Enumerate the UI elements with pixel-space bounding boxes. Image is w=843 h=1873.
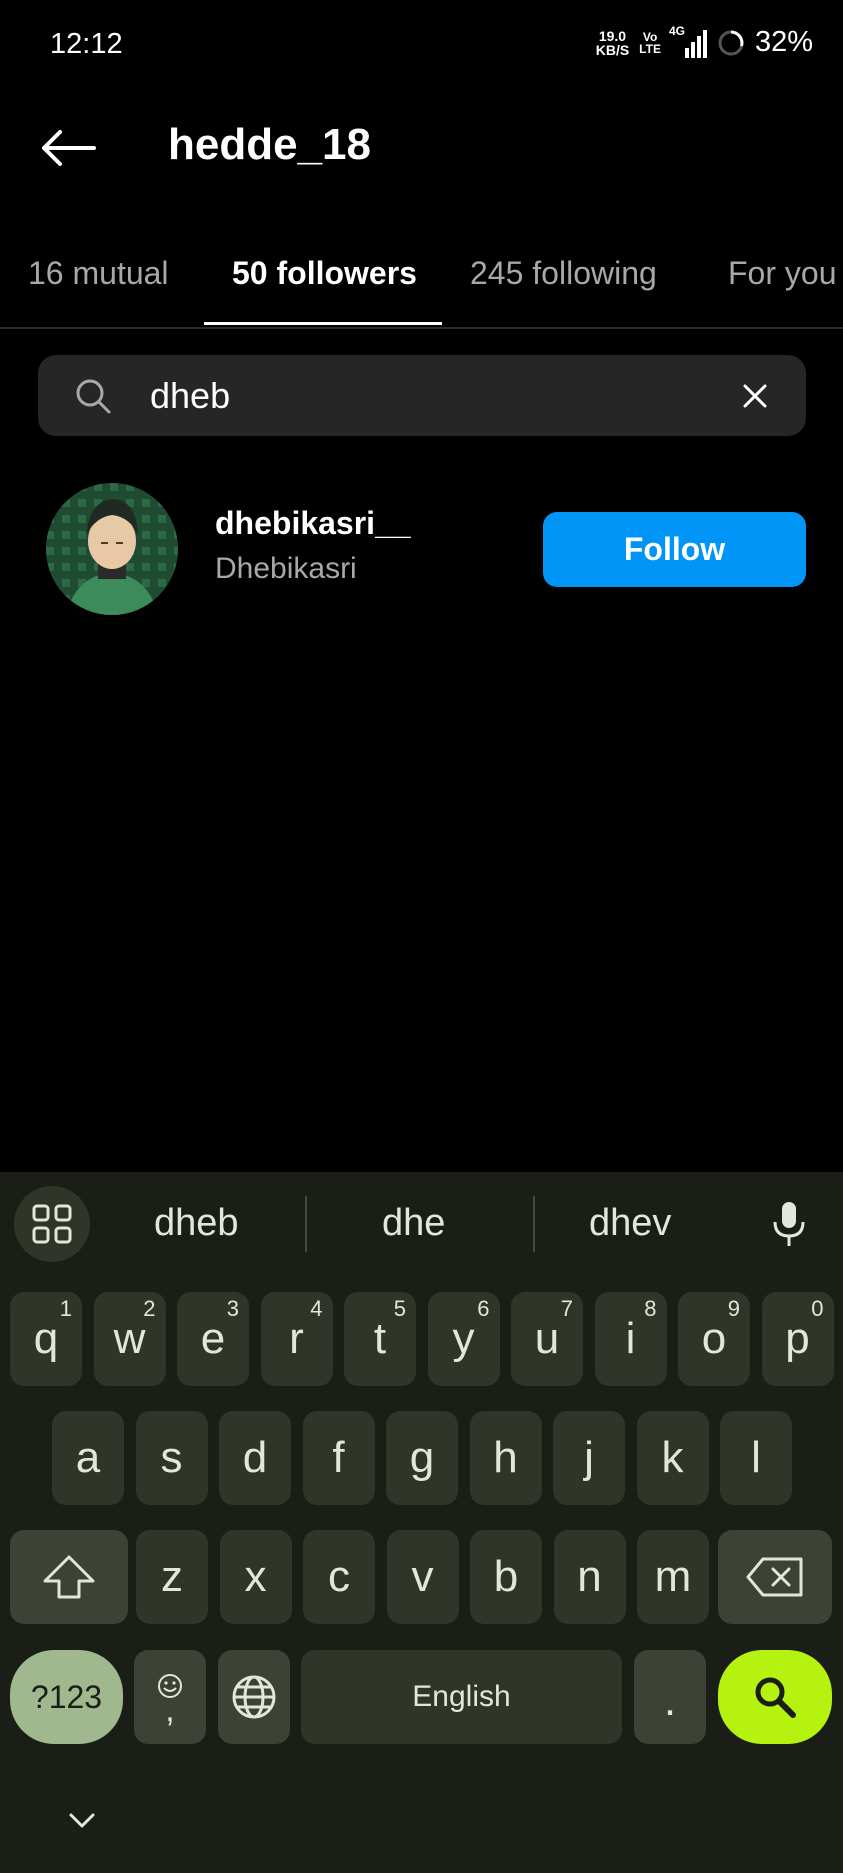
result-username[interactable]: dhebikasri__ xyxy=(215,505,411,542)
result-full-name: Dhebikasri xyxy=(215,552,357,585)
follow-tabs: 16 mutual 50 followers 245 following For… xyxy=(0,245,843,329)
back-arrow-icon[interactable] xyxy=(38,128,98,168)
backspace-icon xyxy=(746,1557,803,1597)
apps-grid-icon[interactable] xyxy=(14,1186,90,1262)
search-icon xyxy=(76,379,111,414)
signal-icon: 4G xyxy=(669,24,707,58)
keyboard: dheb dhe dhev q1w2e3r4t5y6u7i8o9p0 asdfg… xyxy=(0,1172,843,1873)
key-letter: t xyxy=(373,1314,387,1363)
suggestion-1[interactable]: dheb xyxy=(154,1202,239,1245)
key-letter: e xyxy=(200,1314,226,1363)
key-letter: i xyxy=(625,1314,636,1363)
key-letter: q xyxy=(33,1314,59,1363)
suggestion-divider xyxy=(533,1196,535,1252)
clear-icon[interactable] xyxy=(742,383,768,409)
shift-key[interactable] xyxy=(10,1530,128,1624)
backspace-key[interactable] xyxy=(718,1530,832,1624)
status-icons: 19.0 KB/S Vo LTE 4G 32% xyxy=(596,24,813,59)
net-speed-unit: KB/S xyxy=(595,41,630,58)
key-letter: u xyxy=(534,1314,560,1363)
tab-following[interactable]: 245 following xyxy=(470,255,657,292)
key-c[interactable]: c xyxy=(303,1530,375,1624)
key-letter: r xyxy=(289,1314,304,1363)
symbols-key[interactable]: ?123 xyxy=(10,1650,123,1744)
search-input[interactable]: dheb xyxy=(38,355,806,436)
key-number-hint: 7 xyxy=(560,1296,573,1321)
key-y[interactable]: y6 xyxy=(427,1292,500,1386)
keyboard-search-key[interactable] xyxy=(718,1650,832,1744)
key-x[interactable]: x xyxy=(219,1530,292,1624)
key-m[interactable]: m xyxy=(637,1530,709,1624)
key-number-hint: 8 xyxy=(644,1296,657,1321)
follow-button[interactable]: Follow xyxy=(543,512,806,587)
key-letter: p xyxy=(785,1314,810,1363)
microphone-icon[interactable] xyxy=(770,1200,808,1248)
key-letter: y xyxy=(452,1314,475,1363)
key-d[interactable]: d xyxy=(219,1411,291,1505)
comma-char: , xyxy=(165,1691,175,1729)
key-z[interactable]: z xyxy=(136,1530,208,1624)
globe-key[interactable] xyxy=(218,1650,290,1744)
suggestion-2[interactable]: dhe xyxy=(382,1202,445,1245)
key-h[interactable]: h xyxy=(469,1411,542,1505)
battery-ring-icon xyxy=(718,30,744,55)
key-number-hint: 5 xyxy=(393,1296,406,1321)
net-speed-value: 19.0 xyxy=(598,27,627,44)
key-p[interactable]: p0 xyxy=(761,1292,834,1386)
key-s[interactable]: s xyxy=(135,1411,208,1505)
key-o[interactable]: o9 xyxy=(678,1292,750,1386)
tab-mutual[interactable]: 16 mutual xyxy=(28,255,169,292)
tab-for-you[interactable]: For you xyxy=(728,255,836,292)
emoji-comma-key[interactable]: , xyxy=(134,1650,206,1744)
key-k[interactable]: k xyxy=(636,1411,709,1505)
space-key[interactable]: English xyxy=(301,1650,622,1744)
key-i[interactable]: i8 xyxy=(594,1292,667,1386)
key-a[interactable]: a xyxy=(52,1411,124,1505)
key-v[interactable]: v xyxy=(386,1530,459,1624)
shift-icon xyxy=(43,1555,95,1599)
key-r[interactable]: r4 xyxy=(260,1292,333,1386)
key-number-hint: 1 xyxy=(59,1296,72,1321)
key-g[interactable]: g xyxy=(386,1411,458,1505)
suggestion-divider xyxy=(305,1196,307,1252)
key-number-hint: 6 xyxy=(477,1296,490,1321)
key-t[interactable]: t5 xyxy=(344,1292,416,1386)
key-number-hint: 0 xyxy=(811,1296,824,1321)
volte-indicator: Vo LTE xyxy=(639,31,661,55)
hide-keyboard-icon[interactable] xyxy=(68,1812,96,1830)
globe-icon xyxy=(232,1675,276,1719)
key-n[interactable]: n xyxy=(553,1530,626,1624)
avatar[interactable] xyxy=(46,483,178,615)
key-u[interactable]: u7 xyxy=(511,1292,583,1386)
network-type: 4G xyxy=(668,23,685,38)
active-tab-indicator xyxy=(204,322,442,325)
key-l[interactable]: l xyxy=(720,1411,792,1505)
volte-bottom: LTE xyxy=(639,41,661,56)
search-query: dheb xyxy=(150,375,231,416)
key-number-hint: 2 xyxy=(143,1296,156,1321)
key-letter: w xyxy=(113,1314,146,1363)
battery-percent: 32% xyxy=(754,26,813,58)
key-letter: o xyxy=(701,1314,727,1363)
keyboard-search-icon xyxy=(755,1677,796,1718)
volte-top: Vo xyxy=(642,29,658,44)
suggestion-3[interactable]: dhev xyxy=(589,1202,671,1245)
key-j[interactable]: j xyxy=(553,1411,625,1505)
key-w[interactable]: w2 xyxy=(93,1292,166,1386)
status-time: 12:12 xyxy=(50,28,123,60)
tab-followers[interactable]: 50 followers xyxy=(232,255,417,292)
period-key[interactable]: . xyxy=(634,1650,706,1744)
page-title: hedde_18 xyxy=(168,120,371,169)
key-number-hint: 9 xyxy=(727,1296,740,1321)
key-number-hint: 3 xyxy=(226,1296,239,1321)
key-f[interactable]: f xyxy=(302,1411,375,1505)
key-b[interactable]: b xyxy=(470,1530,542,1624)
key-e[interactable]: e3 xyxy=(177,1292,249,1386)
key-q[interactable]: q1 xyxy=(10,1292,82,1386)
key-number-hint: 4 xyxy=(310,1296,323,1321)
net-speed: 19.0 KB/S xyxy=(596,29,629,57)
